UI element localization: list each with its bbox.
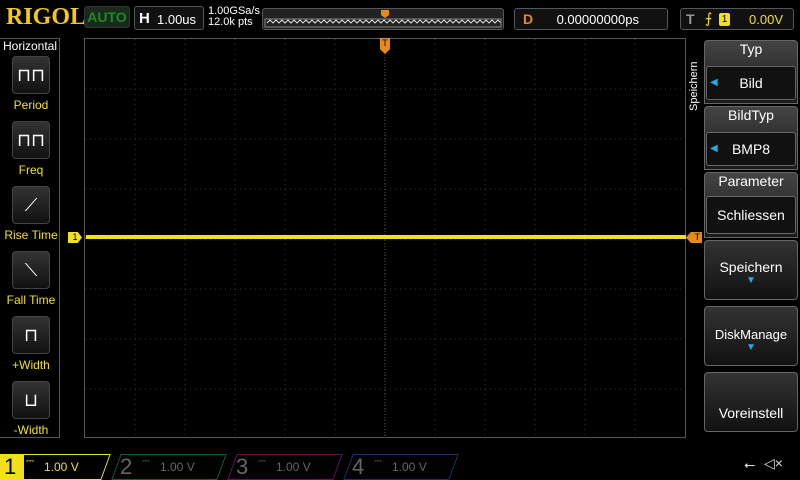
diskmanage-button[interactable]: DiskManage ▼ xyxy=(704,306,798,366)
trigger-label: T xyxy=(686,11,695,27)
channel-1-offset-marker[interactable]: 1 xyxy=(68,232,82,243)
freq-icon: ⊓⊓ xyxy=(16,130,46,150)
parameter-value[interactable]: Schliessen xyxy=(706,196,796,234)
measure-label: Fall Time xyxy=(6,293,56,307)
dc-coupling-icon: ⎓ xyxy=(258,456,266,467)
left-triangle-icon: ◀ xyxy=(710,77,718,88)
positive-width-icon: ⊓ xyxy=(23,325,39,345)
speichern-button[interactable]: Speichern ▼ xyxy=(704,240,798,300)
delay-label: D xyxy=(523,11,534,27)
channel-number: 3 xyxy=(236,454,249,479)
channel-number: 4 xyxy=(352,454,365,479)
channel-scale: 1.00 V xyxy=(392,460,427,474)
down-triangle-icon: ▼ xyxy=(746,342,756,353)
memory-depth: 12.0k pts xyxy=(208,16,253,28)
measure-3-button[interactable]: ⟍ xyxy=(12,251,50,289)
rigol-logo: RIGOL xyxy=(6,4,87,30)
trigger-level: 0.00V xyxy=(749,12,783,27)
measure-label: +Width xyxy=(12,358,50,372)
softkey-header: Parameter xyxy=(718,173,784,189)
bildtyp-value[interactable]: ◀ BMP8 xyxy=(706,132,796,166)
period-icon: ⊓⊓ xyxy=(16,65,46,85)
fall-time-icon: ⟍ xyxy=(24,260,38,280)
measure-label: Rise Time xyxy=(4,228,58,242)
bildtyp-value-text: BMP8 xyxy=(731,141,771,157)
dc-coupling-icon: ⎓ xyxy=(374,456,382,467)
channel-scale: 1.00 V xyxy=(276,460,311,474)
measure-4-button[interactable]: ⊓ xyxy=(12,316,50,354)
channel-1-button[interactable]: 1 ⎓ 1.00 V xyxy=(0,454,112,480)
measure-0-button[interactable]: ⊓⊓ xyxy=(12,56,50,94)
channel-number: 2 xyxy=(120,454,133,479)
acquisition-info: 1.00GSa/s 12.0k pts xyxy=(208,6,260,28)
horizontal-delay[interactable]: D 0.00000000ps xyxy=(514,8,668,30)
channel-1-trace xyxy=(86,235,686,239)
parameter-value-text: Schliessen xyxy=(717,207,785,223)
button-label: Voreinstell xyxy=(718,405,784,421)
mute-icon[interactable]: ◁× xyxy=(764,455,783,472)
timebase-value: 1.00us xyxy=(157,12,197,27)
trigger-level-marker[interactable]: T xyxy=(686,232,702,243)
softkey-header: BildTyp xyxy=(728,107,774,123)
typ-value[interactable]: ◀ Bild xyxy=(706,66,796,100)
measure-label: Period xyxy=(13,98,49,112)
memory-wave-icon xyxy=(264,10,502,28)
button-label: Speichern xyxy=(719,259,783,275)
channel-scale: 1.00 V xyxy=(160,460,195,474)
measure-1-button[interactable]: ⊓⊓ xyxy=(12,121,50,159)
measure-5-button[interactable]: ⊔ xyxy=(12,381,50,419)
horizontal-timebase[interactable]: H 1.00us xyxy=(134,6,204,30)
usb-icon: ⭠ xyxy=(744,456,756,472)
left-triangle-icon: ◀ xyxy=(710,143,718,154)
rising-edge-icon: ⨍ xyxy=(705,10,713,26)
trigger-source: 1 xyxy=(719,13,730,26)
down-triangle-icon: ▼ xyxy=(746,275,756,286)
menu-tab-title: Speichern xyxy=(688,61,700,111)
channel-2-button[interactable]: 2 ⎓ 1.00 V xyxy=(111,454,228,480)
h-label: H xyxy=(139,10,150,27)
channel-3-button[interactable]: 3 ⎓ 1.00 V xyxy=(227,454,344,480)
delay-value: 0.00000000ps xyxy=(556,12,639,27)
measure-label: Freq xyxy=(18,163,44,177)
typ-value-text: Bild xyxy=(739,75,763,91)
channel-4-button[interactable]: 4 ⎓ 1.00 V xyxy=(343,454,460,480)
rise-time-icon: ⟋ xyxy=(24,195,38,215)
channel-number: 1 xyxy=(4,454,17,479)
measure-2-button[interactable]: ⟋ xyxy=(12,186,50,224)
negative-width-icon: ⊔ xyxy=(23,390,39,410)
trigger-status[interactable]: T ⨍ 1 0.00V xyxy=(680,8,794,30)
panel-title: Horizontal xyxy=(3,39,58,53)
channel-scale: 1.00 V xyxy=(44,460,79,474)
waveform-memory-bar[interactable] xyxy=(262,8,504,30)
dc-coupling-icon: ⎓ xyxy=(142,456,150,467)
dc-coupling-icon: ⎓ xyxy=(26,456,34,467)
run-mode-status[interactable]: AUTO xyxy=(84,6,130,28)
voreinstell-button[interactable]: Voreinstell xyxy=(704,372,798,432)
softkey-header: Typ xyxy=(739,41,763,57)
measure-label: -Width xyxy=(13,423,49,437)
button-label: DiskManage xyxy=(714,327,788,342)
